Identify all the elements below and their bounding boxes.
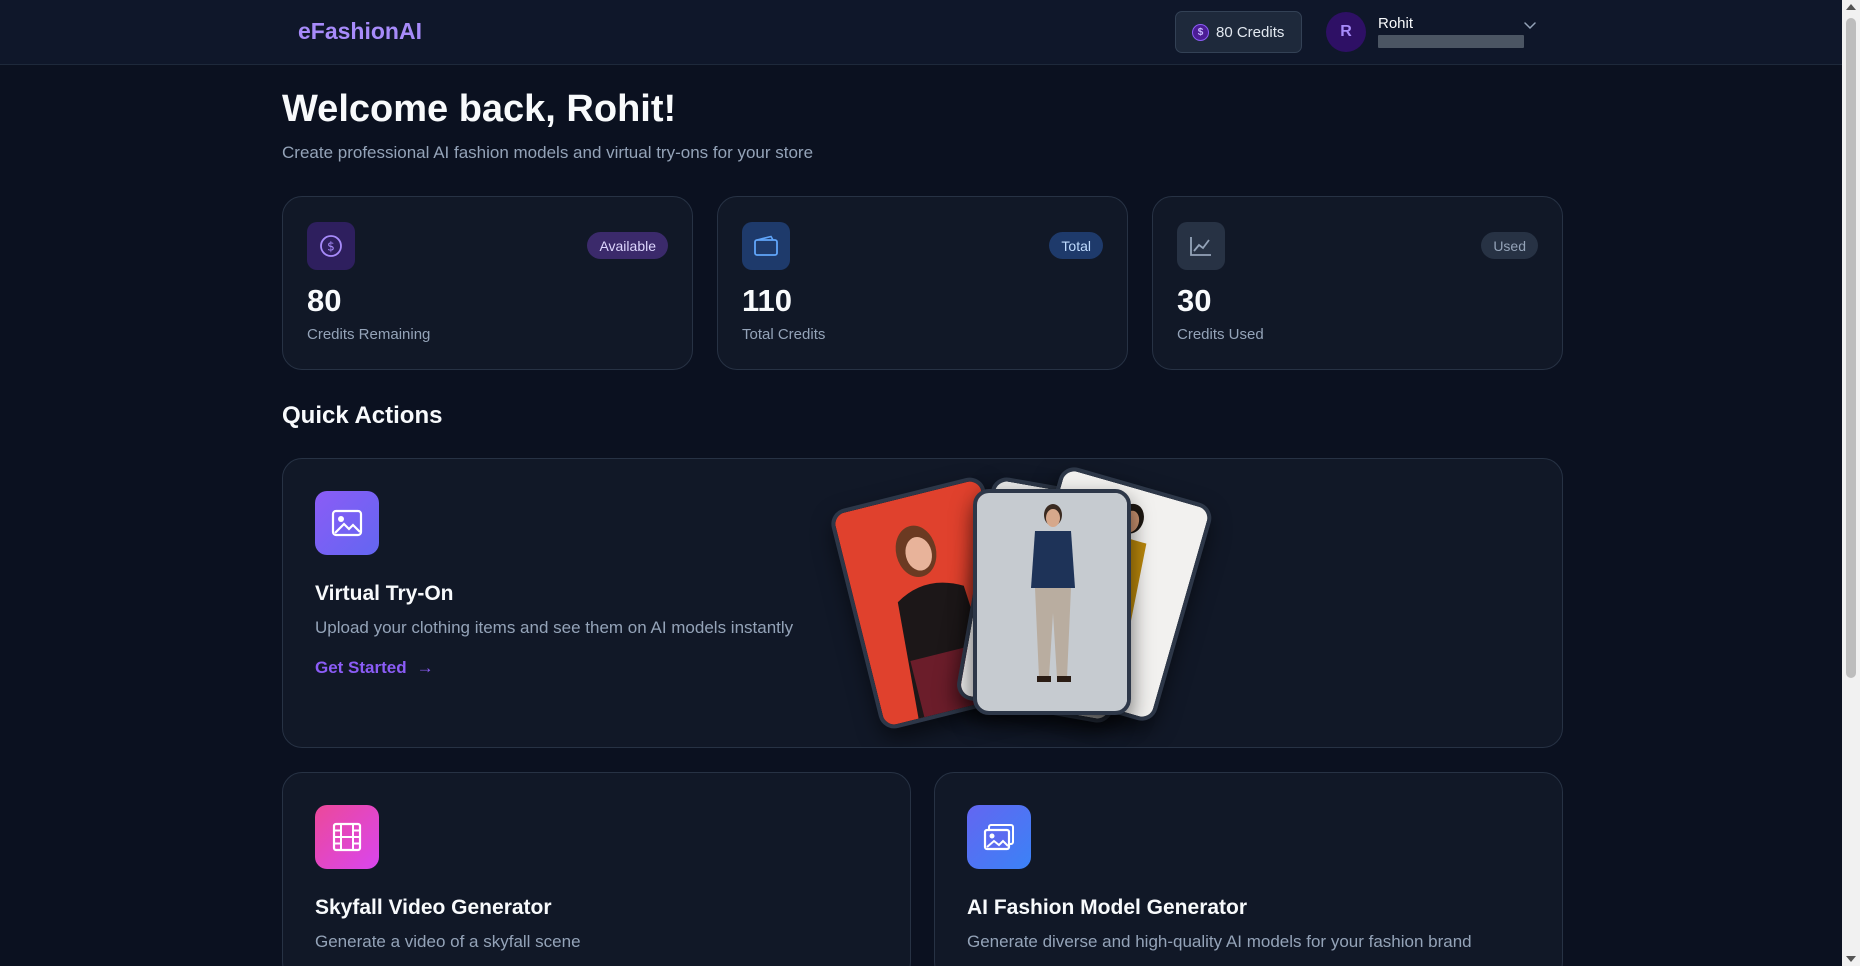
status-badge: Available (587, 232, 668, 259)
credits-label: 80 Credits (1216, 23, 1285, 41)
stat-card-credits-remaining: $ Available 80 Credits Remaining (282, 196, 693, 370)
page-subtitle: Create professional AI fashion models an… (282, 143, 814, 162)
stat-label: Credits Remaining (307, 326, 431, 343)
stat-value: 30 (1177, 283, 1212, 318)
page-scrollbar[interactable] (1842, 0, 1860, 966)
svg-text:$: $ (327, 240, 335, 254)
stat-label: Credits Used (1177, 326, 1264, 343)
film-icon (315, 805, 379, 869)
card-title: Skyfall Video Generator (315, 896, 552, 919)
card-description: Generate a video of a skyfall scene (315, 932, 581, 951)
status-badge: Used (1481, 232, 1538, 259)
scroll-up-arrow-icon[interactable] (1846, 4, 1856, 10)
page-title: Welcome back, Rohit! (282, 88, 677, 130)
images-icon (967, 805, 1031, 869)
model-photo-navy-blazer-man (973, 489, 1131, 715)
user-menu[interactable]: R Rohit (1326, 12, 1540, 54)
stat-value: 80 (307, 283, 342, 318)
chevron-down-icon[interactable] (1523, 18, 1537, 32)
user-name: Rohit (1378, 15, 1414, 32)
get-started-link[interactable]: Get Started → (315, 658, 434, 678)
video-generator-card[interactable]: Skyfall Video Generator Generate a video… (282, 772, 911, 966)
stat-card-total-credits: Total 110 Total Credits (717, 196, 1128, 370)
scroll-down-arrow-icon[interactable] (1846, 956, 1856, 962)
stat-card-credits-used: Used 30 Credits Used (1152, 196, 1563, 370)
get-started-label: Get Started (315, 658, 407, 677)
virtual-tryon-card[interactable]: Virtual Try-On Upload your clothing item… (282, 458, 1563, 748)
card-description: Generate diverse and high-quality AI mod… (967, 932, 1472, 951)
image-icon (315, 491, 379, 555)
arrow-right-icon: → (416, 658, 434, 677)
card-title: AI Fashion Model Generator (967, 896, 1248, 919)
status-badge: Total (1049, 232, 1103, 259)
section-title-quick-actions: Quick Actions (282, 402, 443, 429)
wallet-icon (742, 222, 790, 270)
brand-logo[interactable]: eFashionAI (298, 18, 422, 45)
dollar-coin-icon: $ (307, 222, 355, 270)
stat-label: Total Credits (742, 326, 826, 343)
top-navbar: eFashionAI $ 80 Credits R Rohit (0, 0, 1842, 65)
card-title: Virtual Try-On (315, 582, 454, 605)
line-chart-icon (1177, 222, 1225, 270)
credits-button[interactable]: $ 80 Credits (1175, 11, 1302, 53)
stat-value: 110 (742, 283, 793, 318)
coin-icon: $ (1192, 23, 1209, 41)
scroll-thumb[interactable] (1846, 18, 1856, 678)
card-description: Upload your clothing items and see them … (315, 618, 794, 637)
model-generator-card[interactable]: AI Fashion Model Generator Generate dive… (934, 772, 1563, 966)
avatar: R (1326, 12, 1366, 52)
user-email-redacted (1378, 35, 1524, 48)
